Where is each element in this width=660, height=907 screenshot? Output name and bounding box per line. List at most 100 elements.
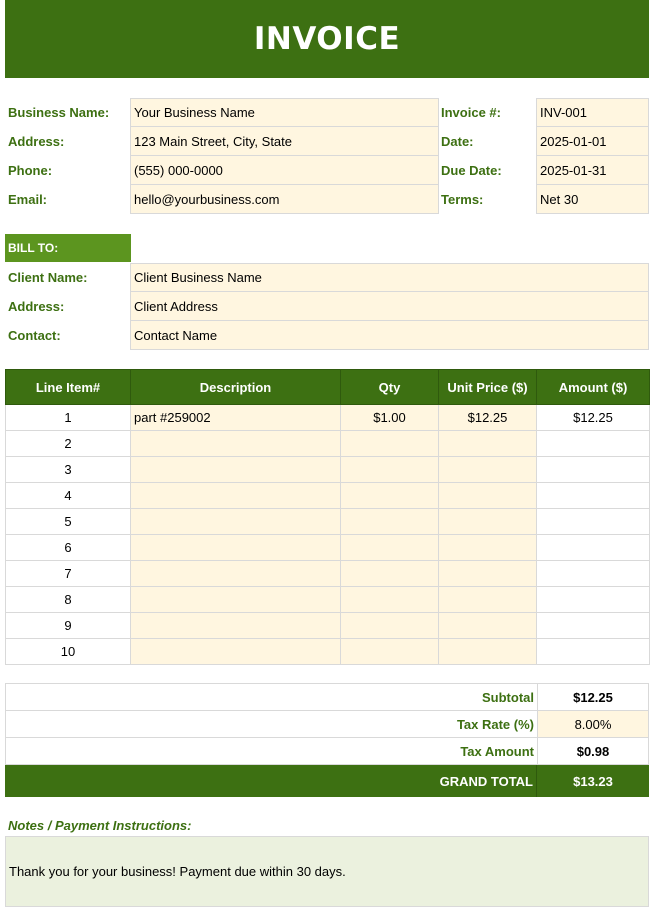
table-row: 2 [5, 430, 650, 457]
business-name-label: Business Name: [8, 105, 110, 120]
table-row: 4 [5, 482, 650, 509]
header-qty: Qty [340, 369, 439, 405]
amount-cell [536, 586, 650, 613]
business-email-field[interactable]: hello@yourbusiness.com [130, 185, 439, 214]
table-row: 3 [5, 456, 650, 483]
header-amount: Amount ($) [536, 369, 650, 405]
invoice-number-label: Invoice #: [441, 105, 501, 120]
description-cell[interactable] [130, 430, 341, 457]
unit-price-cell[interactable] [438, 430, 537, 457]
header-unit-price: Unit Price ($) [438, 369, 537, 405]
line-number: 6 [5, 534, 131, 561]
description-cell[interactable] [130, 456, 341, 483]
invoice-date-field[interactable]: 2025-01-01 [536, 127, 649, 156]
client-address-label: Address: [8, 299, 65, 314]
business-phone-field[interactable]: (555) 000-0000 [130, 156, 439, 185]
line-number: 5 [5, 508, 131, 535]
tax-amount-label: Tax Amount [6, 738, 538, 764]
business-address-field[interactable]: 123 Main Street, City, State [130, 127, 439, 156]
table-row: 10 [5, 638, 650, 665]
client-contact-label: Contact: [8, 328, 61, 343]
business-email-label: Email: [8, 192, 48, 207]
header-description: Description [130, 369, 341, 405]
unit-price-cell[interactable] [438, 560, 537, 587]
due-date-field[interactable]: 2025-01-31 [536, 156, 649, 185]
qty-cell[interactable] [340, 586, 439, 613]
invoice-date-label: Date: [441, 134, 474, 149]
subtotal-value: $12.25 [573, 689, 613, 705]
notes-field[interactable]: Thank you for your business! Payment due… [5, 836, 649, 907]
unit-price-cell[interactable]: $12.25 [438, 404, 537, 431]
description-cell[interactable]: part #259002 [130, 404, 341, 431]
description-cell[interactable] [130, 638, 341, 665]
line-number: 8 [5, 586, 131, 613]
amount-cell [536, 508, 650, 535]
tax-rate-field[interactable]: 8.00% [538, 711, 648, 737]
unit-price-cell[interactable] [438, 638, 537, 665]
business-name-field[interactable]: Your Business Name [130, 98, 439, 127]
qty-cell[interactable] [340, 456, 439, 483]
table-row: 1 part #259002 $1.00 $12.25 $12.25 [5, 404, 650, 431]
description-cell[interactable] [130, 534, 341, 561]
unit-price-cell[interactable] [438, 482, 537, 509]
invoice-number-field[interactable]: INV-001 [536, 98, 649, 127]
line-number: 3 [5, 456, 131, 483]
unit-price-cell[interactable] [438, 456, 537, 483]
tax-amount-row: Tax Amount $0.98 [5, 738, 649, 765]
terms-label: Terms: [441, 192, 484, 207]
description-cell[interactable] [130, 612, 341, 639]
line-number: 4 [5, 482, 131, 509]
line-number: 10 [5, 638, 131, 665]
table-row: 7 [5, 560, 650, 587]
description-cell[interactable] [130, 508, 341, 535]
table-row: 5 [5, 508, 650, 535]
tax-rate-row: Tax Rate (%) 8.00% [5, 711, 649, 738]
grand-total-value: $13.23 [573, 773, 613, 789]
qty-cell[interactable] [340, 430, 439, 457]
line-number: 1 [5, 404, 131, 431]
tax-amount-value: $0.98 [576, 743, 610, 759]
client-name-field[interactable]: Client Business Name [130, 263, 649, 292]
qty-cell[interactable] [340, 508, 439, 535]
qty-cell[interactable] [340, 638, 439, 665]
client-name-label: Client Name: [8, 270, 88, 285]
unit-price-cell[interactable] [438, 508, 537, 535]
amount-cell [536, 456, 650, 483]
unit-price-cell[interactable] [438, 612, 537, 639]
description-cell[interactable] [130, 560, 341, 587]
terms-field[interactable]: Net 30 [536, 185, 649, 214]
description-cell[interactable] [130, 586, 341, 613]
client-address-field[interactable]: Client Address [130, 292, 649, 321]
amount-cell [536, 638, 650, 665]
qty-cell[interactable] [340, 534, 439, 561]
line-items-table: Line Item# Description Qty Unit Price ($… [5, 369, 650, 665]
subtotal-label: Subtotal [6, 684, 538, 710]
notes-header: Notes / Payment Instructions: [8, 818, 192, 833]
unit-price-cell[interactable] [438, 586, 537, 613]
subtotal-row: Subtotal $12.25 [5, 683, 649, 711]
amount-cell [536, 534, 650, 561]
grand-total-row: GRAND TOTAL $13.23 [5, 765, 649, 797]
unit-price-cell[interactable] [438, 534, 537, 561]
qty-cell[interactable] [340, 560, 439, 587]
qty-cell[interactable]: $1.00 [340, 404, 439, 431]
header-line-item: Line Item# [5, 369, 131, 405]
description-cell[interactable] [130, 482, 341, 509]
amount-cell [536, 560, 650, 587]
line-number: 2 [5, 430, 131, 457]
amount-cell [536, 430, 650, 457]
qty-cell[interactable] [340, 482, 439, 509]
line-number: 7 [5, 560, 131, 587]
bill-to-header: BILL TO: [5, 234, 131, 262]
line-number: 9 [5, 612, 131, 639]
qty-cell[interactable] [340, 612, 439, 639]
amount-cell [536, 612, 650, 639]
grand-total-label: GRAND TOTAL [5, 765, 537, 797]
client-contact-field[interactable]: Contact Name [130, 321, 649, 350]
table-row: 6 [5, 534, 650, 561]
table-row: 8 [5, 586, 650, 613]
due-date-label: Due Date: [441, 163, 502, 178]
amount-cell: $12.25 [536, 404, 650, 431]
business-phone-label: Phone: [8, 163, 53, 178]
tax-rate-label: Tax Rate (%) [6, 711, 538, 737]
